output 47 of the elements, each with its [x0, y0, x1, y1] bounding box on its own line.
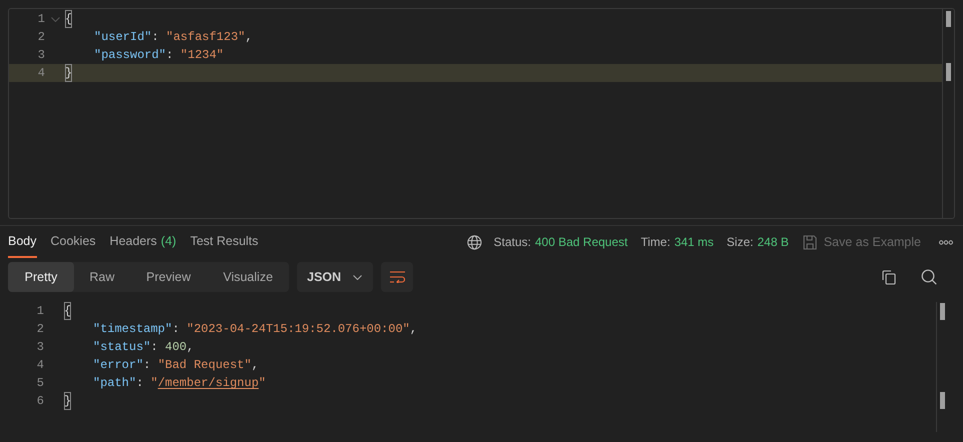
more-options-icon[interactable] — [939, 240, 953, 244]
line-number: 6 — [36, 393, 44, 410]
line-number: 4 — [36, 357, 44, 374]
view-mode-tab[interactable]: Pretty — [8, 262, 74, 292]
code-line: { — [64, 302, 72, 320]
meta-value: 400 Bad Request — [535, 234, 628, 251]
code-line: { — [65, 10, 72, 28]
code-line: "status": 400, — [92, 339, 194, 356]
chevron-down-icon — [353, 274, 362, 280]
scrollbar-thumb[interactable] — [946, 11, 951, 27]
code-line: "path": "/member/signup" — [92, 375, 266, 392]
line-number: 1 — [36, 11, 45, 28]
response-tab[interactable]: Headers (4) — [110, 226, 176, 258]
line-number: 5 — [36, 375, 44, 392]
scrollbar-thumb[interactable] — [946, 63, 951, 81]
response-tab[interactable]: Cookies — [50, 226, 96, 258]
line-number: 3 — [36, 47, 45, 64]
meta-value: 248 B — [757, 234, 789, 251]
view-mode-tab[interactable]: Raw — [74, 262, 130, 292]
view-mode-tab[interactable]: Visualize — [207, 262, 289, 292]
code-line: "userId": "asfasf123", — [93, 29, 252, 46]
code-line: } — [65, 64, 72, 82]
code-line: "timestamp": "2023-04-24T15:19:52.076+00:00", — [92, 321, 418, 338]
code-line: } — [64, 392, 72, 410]
meta-label: Status: — [494, 234, 531, 251]
line-number: 4 — [36, 65, 45, 82]
view-mode-tab[interactable]: Preview — [130, 262, 207, 292]
line-number: 2 — [36, 321, 44, 338]
fold-chevron-icon[interactable] — [51, 16, 60, 22]
scrollbar-thumb[interactable] — [940, 303, 945, 320]
code-line: "password": "1234" — [93, 47, 224, 64]
line-number: 1 — [36, 303, 44, 320]
meta-label: Time: — [640, 234, 670, 251]
code-line: "error": "Bad Request", — [92, 357, 259, 374]
wrap-lines-icon — [390, 271, 404, 283]
copy-icon[interactable] — [882, 270, 896, 284]
format-dropdown[interactable]: JSON — [297, 262, 373, 292]
response-tab[interactable]: Body — [8, 226, 36, 258]
globe-icon — [466, 234, 482, 250]
meta-label: Size: — [726, 234, 754, 251]
word-wrap-button[interactable] — [381, 262, 413, 292]
search-icon[interactable] — [921, 269, 937, 285]
response-tab[interactable]: Test Results — [190, 226, 258, 258]
line-number: 2 — [36, 29, 45, 46]
scrollbar-thumb[interactable] — [940, 392, 945, 409]
meta-value: 341 ms — [674, 234, 714, 251]
line-number: 3 — [36, 339, 44, 356]
